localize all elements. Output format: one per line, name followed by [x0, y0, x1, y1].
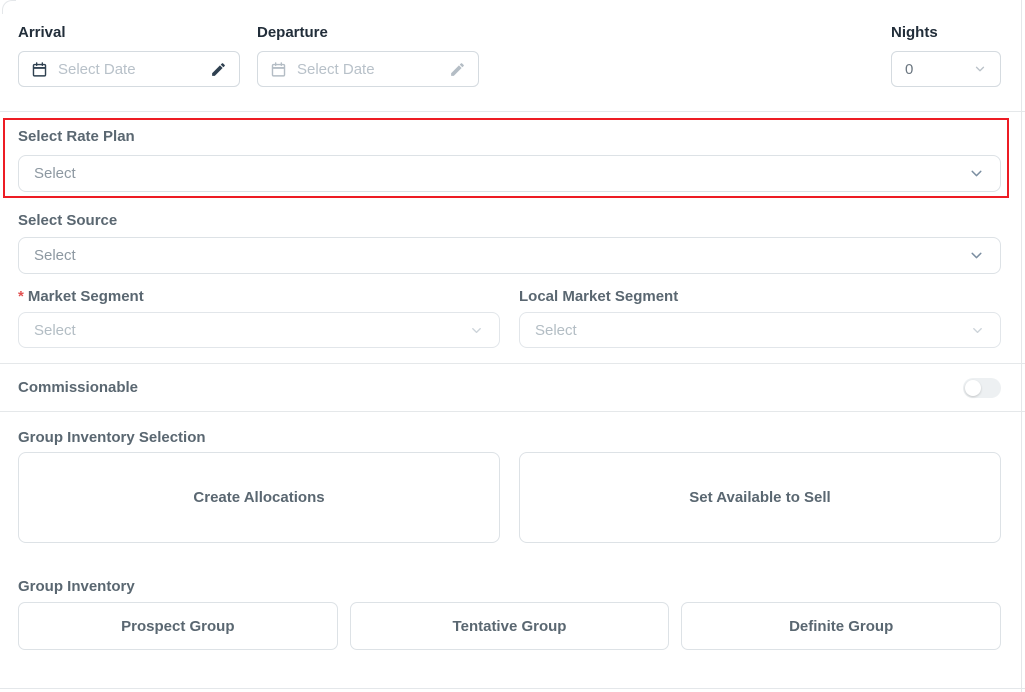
chevron-down-icon	[973, 62, 987, 76]
departure-label: Departure	[257, 24, 479, 42]
definite-group-button[interactable]: Definite Group	[681, 602, 1001, 650]
rate-plan-select[interactable]: Select	[18, 155, 1001, 192]
calendar-icon	[31, 61, 48, 78]
pencil-edit-icon[interactable]	[210, 61, 227, 78]
panel-right-border	[1021, 0, 1022, 692]
prospect-group-button[interactable]: Prospect Group	[18, 602, 338, 650]
commissionable-label: Commissionable	[18, 379, 138, 397]
panel-corner	[2, 0, 16, 14]
nights-value: 0	[905, 61, 913, 78]
departure-date-placeholder: Select Date	[297, 61, 449, 78]
nights-label: Nights	[891, 24, 1001, 42]
arrival-date-input[interactable]: Select Date	[18, 51, 240, 87]
rate-plan-highlight-outline: Select Rate Plan Select	[3, 118, 1009, 198]
local-market-segment-placeholder: Select	[535, 322, 577, 339]
create-allocations-button[interactable]: Create Allocations	[18, 452, 500, 543]
group-inventory-row: Prospect Group Tentative Group Definite …	[18, 602, 1001, 650]
arrival-field: Arrival Select Date	[18, 24, 240, 87]
nights-select[interactable]: 0	[891, 51, 1001, 87]
chevron-down-icon	[469, 323, 484, 338]
local-market-segment-select[interactable]: Select	[519, 312, 1001, 348]
local-market-segment-label: Local Market Segment	[519, 288, 1001, 306]
chevron-down-icon	[968, 247, 985, 264]
source-select[interactable]: Select	[18, 237, 1001, 274]
market-segment-label-text: Market Segment	[28, 288, 144, 305]
set-available-to-sell-button[interactable]: Set Available to Sell	[519, 452, 1001, 543]
group-inventory-label: Group Inventory	[18, 578, 1001, 596]
toggle-knob	[965, 380, 981, 396]
required-marker: *	[18, 288, 24, 305]
calendar-icon	[270, 61, 287, 78]
tentative-group-button[interactable]: Tentative Group	[350, 602, 670, 650]
chevron-down-icon	[970, 323, 985, 338]
market-segment-label: *Market Segment	[18, 288, 500, 306]
market-segment-select[interactable]: Select	[18, 312, 500, 348]
rate-plan-placeholder: Select	[34, 165, 76, 182]
group-inventory-selection-row: Create Allocations Set Available to Sell	[18, 452, 1001, 543]
commissionable-toggle[interactable]	[963, 378, 1001, 398]
divider	[0, 411, 1025, 412]
chevron-down-icon	[968, 165, 985, 182]
commissionable-row: Commissionable	[18, 364, 1001, 411]
local-market-segment-field: Local Market Segment Select	[519, 288, 1001, 348]
pencil-edit-icon[interactable]	[449, 61, 466, 78]
group-booking-form-panel: Arrival Select Date	[0, 0, 1025, 692]
market-segment-field: *Market Segment Select	[18, 288, 500, 348]
source-label: Select Source	[18, 212, 1001, 230]
rate-plan-label: Select Rate Plan	[18, 128, 1001, 146]
source-section: Select Source Select	[18, 212, 1001, 274]
market-segment-placeholder: Select	[34, 322, 76, 339]
departure-date-input[interactable]: Select Date	[257, 51, 479, 87]
nights-field: Nights 0	[891, 24, 1001, 87]
source-placeholder: Select	[34, 247, 76, 264]
arrival-date-placeholder: Select Date	[58, 61, 210, 78]
group-inventory-selection-label: Group Inventory Selection	[18, 429, 1001, 447]
departure-field: Departure Select Date	[257, 24, 479, 87]
arrival-label: Arrival	[18, 24, 240, 42]
dates-row: Arrival Select Date	[18, 24, 1001, 87]
market-segment-row: *Market Segment Select Local Market Segm…	[18, 288, 1001, 348]
divider	[0, 111, 1025, 112]
panel-bottom-border	[0, 688, 1025, 689]
